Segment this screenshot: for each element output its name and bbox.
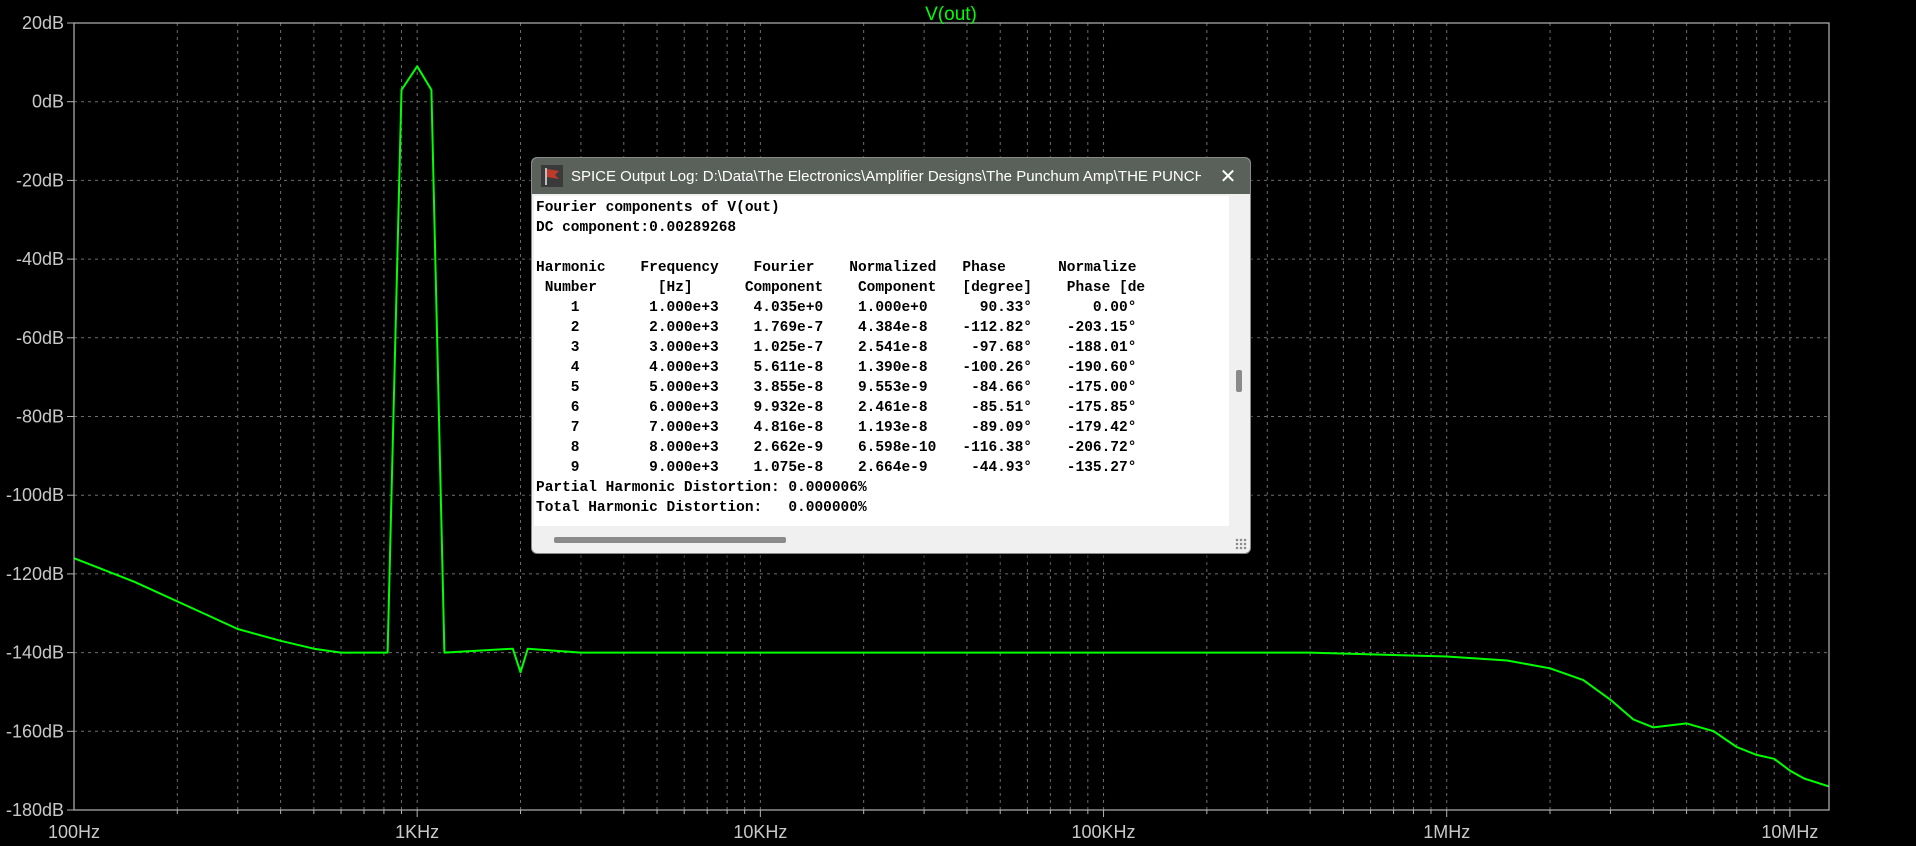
log-line: Total Harmonic Distortion: 0.000000% [536, 500, 867, 516]
resize-grip-icon[interactable] [1235, 538, 1247, 550]
log-line: DC component:0.00289268 [536, 220, 737, 236]
x-tick-label: 10MHz [1761, 822, 1818, 842]
x-tick-label: 1MHz [1423, 822, 1470, 842]
y-tick-label: -100dB [6, 485, 64, 505]
x-tick-label: 100Hz [48, 822, 100, 842]
vertical-scrollbar[interactable] [1230, 196, 1248, 532]
log-line: 8 8.000e+3 2.662e-9 6.598e-10 -116.38° -… [536, 440, 1137, 456]
y-tick-label: 20dB [22, 13, 64, 33]
log-line: Fourier components of V(out) [536, 200, 780, 216]
log-line: Partial Harmonic Distortion: 0.000006% [536, 480, 867, 496]
spice-output-log-window[interactable]: SPICE Output Log: D:\Data\The Electronic… [531, 157, 1251, 554]
y-tick-label: -120dB [6, 564, 64, 584]
close-icon[interactable]: ✕ [1214, 162, 1242, 190]
log-line: Harmonic Frequency Fourier Normalized Ph… [536, 260, 1137, 276]
log-line: 5 5.000e+3 3.855e-8 9.553e-9 -84.66° -17… [536, 380, 1137, 396]
y-tick-label: -160dB [6, 721, 64, 741]
y-tick-label: -180dB [6, 800, 64, 820]
log-title: SPICE Output Log: D:\Data\The Electronic… [571, 167, 1201, 185]
y-tick-label: -60dB [16, 328, 64, 348]
log-line: 9 9.000e+3 1.075e-8 2.664e-9 -44.93° -13… [536, 460, 1137, 476]
y-tick-label: -20dB [16, 170, 64, 190]
log-content: Fourier components of V(out) DC componen… [534, 196, 1229, 518]
log-titlebar[interactable]: SPICE Output Log: D:\Data\The Electronic… [532, 158, 1250, 194]
log-line: 7 7.000e+3 4.816e-8 1.193e-8 -89.09° -17… [536, 420, 1137, 436]
y-tick-label: -140dB [6, 643, 64, 663]
x-tick-label: 100KHz [1072, 822, 1136, 842]
log-line: 4 4.000e+3 5.611e-8 1.390e-8 -100.26° -1… [536, 360, 1137, 376]
y-tick-label: -40dB [16, 249, 64, 269]
log-line: Number [Hz] Component Component [degree]… [536, 280, 1146, 296]
horizontal-scroll-thumb[interactable] [554, 537, 786, 543]
trace-title[interactable]: V(out) [925, 4, 977, 25]
log-line: 1 1.000e+3 4.035e+0 1.000e+0 90.33° 0.00… [536, 300, 1137, 316]
log-line: 2 2.000e+3 1.769e-7 4.384e-8 -112.82° -2… [536, 320, 1137, 336]
horizontal-scrollbar[interactable] [534, 530, 1229, 548]
y-tick-label: -80dB [16, 407, 64, 427]
x-tick-label: 10KHz [733, 822, 787, 842]
log-text-area[interactable]: Fourier components of V(out) DC componen… [534, 196, 1229, 526]
y-tick-label: 0dB [32, 92, 64, 112]
vertical-scroll-thumb[interactable] [1236, 370, 1242, 392]
spice-flag-icon [541, 165, 563, 187]
x-tick-label: 1KHz [395, 822, 439, 842]
log-line: 3 3.000e+3 1.025e-7 2.541e-8 -97.68° -18… [536, 340, 1137, 356]
log-line: 6 6.000e+3 9.932e-8 2.461e-8 -85.51° -17… [536, 400, 1137, 416]
